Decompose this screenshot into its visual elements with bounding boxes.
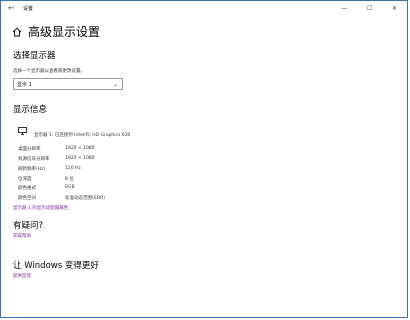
chevron-down-icon: ⌄ — [112, 81, 118, 88]
info-value: 120 Hz — [65, 166, 81, 171]
info-value: 标准动态范围(SDR) — [65, 196, 105, 201]
monitor-icon — [18, 127, 27, 135]
info-label: 颜色格式 — [18, 186, 36, 191]
display-select-value: 显示 1 — [17, 81, 32, 88]
select-display-heading: 选择显示器 — [13, 51, 56, 61]
get-help-link[interactable]: 获取帮助 — [13, 233, 31, 239]
info-label: 颜色空间 — [18, 196, 36, 201]
info-value: RGB — [65, 185, 75, 190]
maximize-button[interactable]: ☐ — [357, 1, 382, 15]
give-feedback-link[interactable]: 提供反馈 — [13, 273, 31, 279]
info-label: 桌面分辨率 — [18, 147, 41, 152]
page-header: 高级显示设置 — [12, 23, 100, 40]
info-row: 颜色空间 标准动态范围(SDR) — [18, 195, 105, 201]
page-title: 高级显示设置 — [28, 25, 101, 39]
home-icon[interactable] — [12, 27, 22, 37]
close-button[interactable]: ✕ — [382, 1, 407, 15]
select-display-hint: 选择一个显示器以查看或更改设置。 — [13, 69, 85, 74]
back-button[interactable]: ← — [1, 1, 21, 15]
minimize-button[interactable]: — — [332, 1, 357, 15]
settings-window: ← 设置 — ☐ ✕ 高级显示设置 选择显示器 选择一个显示器以查看或更改设置。… — [0, 0, 408, 318]
info-label: 有源信号分辨率 — [18, 157, 50, 162]
info-row: 刷新频率(Hz) 120 Hz — [18, 166, 81, 172]
info-row: 颜色格式 RGB — [18, 185, 75, 191]
info-label: 刷新频率(Hz) — [18, 167, 46, 172]
info-value: 1920 × 1080 — [65, 156, 95, 161]
display-select[interactable]: 显示 1 ⌄ — [13, 78, 123, 90]
help-heading: 有疑问? — [13, 221, 44, 231]
info-row: 桌面分辨率 1920 × 1080 — [18, 146, 95, 152]
improve-windows-heading: 让 Windows 变得更好 — [13, 261, 99, 271]
info-value: 8 位 — [65, 177, 74, 182]
window-title: 设置 — [23, 5, 34, 12]
display-name: 显示器 1: 已连接到 Intel(R) HD Graphics 630 — [34, 133, 131, 138]
info-label: 位深度 — [18, 177, 32, 182]
info-row: 位深度 8 位 — [18, 176, 74, 182]
title-bar: ← 设置 — ☐ ✕ — [1, 1, 407, 15]
info-row: 有源信号分辨率 1920 × 1080 — [18, 156, 95, 162]
window-controls: — ☐ ✕ — [332, 1, 407, 15]
back-arrow-icon: ← — [8, 4, 14, 12]
info-value: 1920 × 1080 — [65, 146, 95, 151]
display-info-heading: 显示信息 — [13, 105, 48, 115]
adapter-properties-link[interactable]: 显示器 1 的显示适配器属性 — [13, 205, 68, 211]
